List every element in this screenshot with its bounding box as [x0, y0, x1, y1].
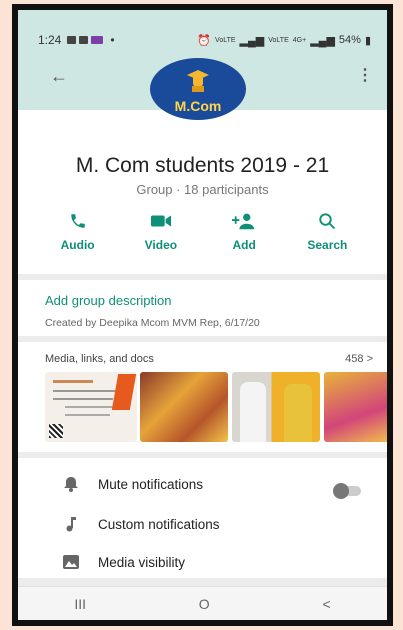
signal-right-icon: ▂▄▆: [310, 34, 335, 47]
qr-code-icon: [49, 424, 63, 438]
graduation-cap-icon: [187, 70, 209, 92]
mute-label: Mute notifications: [98, 476, 204, 492]
nav-back-button[interactable]: <: [322, 596, 330, 612]
back-arrow-icon[interactable]: ←: [50, 66, 68, 87]
network-right-label: VoLTE: [268, 36, 289, 44]
bell-icon: [56, 476, 86, 492]
phone-screen: 1:24 • ⏰ VoLTE ▂▄▆ VoLTE 4G+ ▂▄▆ 54% ▮ ←…: [18, 10, 387, 620]
description-card: Add group description Created by Deepika…: [18, 274, 387, 336]
image-icon: [56, 555, 86, 569]
media-count[interactable]: 458 >: [345, 353, 373, 365]
custom-notifications-label: Custom notifications: [98, 516, 220, 532]
audio-label: Audio: [60, 238, 95, 252]
action-row: Audio Video Add Search: [18, 210, 387, 252]
media-card: Media, links, and docs 458 >: [18, 342, 387, 452]
add-person-icon: [214, 210, 274, 232]
media-heading[interactable]: Media, links, and docs: [45, 353, 154, 365]
status-right: ⏰ VoLTE ▂▄▆ VoLTE 4G+ ▂▄▆ 54% ▮: [193, 34, 371, 47]
media-thumbnail-document[interactable]: [45, 372, 137, 442]
media-thumbnail-group-photo[interactable]: [140, 372, 228, 442]
video-call-button[interactable]: Video: [131, 210, 191, 252]
network-right-tag: 4G+: [292, 36, 307, 44]
home-button[interactable]: O: [199, 596, 210, 612]
avatar-label: M.Com: [174, 98, 222, 114]
signal-left-icon: ▂▄▆: [239, 34, 265, 47]
screenshot-frame: 1:24 • ⏰ VoLTE ▂▄▆ VoLTE 4G+ ▂▄▆ 54% ▮ ←…: [12, 4, 393, 626]
phone-icon: [48, 210, 108, 232]
more-notifications-dot: •: [110, 33, 115, 47]
group-name: M. Com students 2019 - 21: [75, 154, 330, 177]
add-participant-button[interactable]: Add: [214, 210, 274, 252]
status-time: 1:24: [38, 33, 62, 47]
settings-card: Mute notifications Custom notifications …: [18, 458, 387, 578]
app-notification-icon: [91, 36, 104, 44]
mute-notifications-row[interactable]: Mute notifications: [18, 466, 387, 502]
search-icon: [297, 210, 357, 232]
search-button[interactable]: Search: [297, 210, 357, 252]
add-label: Add: [232, 238, 256, 252]
group-avatar[interactable]: M.Com: [150, 58, 246, 120]
media-thumbnail-crowd[interactable]: [324, 372, 387, 442]
mute-toggle[interactable]: [333, 483, 361, 499]
alarm-icon: ⏰: [197, 34, 212, 47]
music-note-icon: [56, 516, 86, 532]
media-thumbnail-two-people[interactable]: [232, 372, 320, 442]
more-options-icon[interactable]: ⋮: [357, 65, 373, 85]
group-participants: Group · 18 participants: [136, 182, 269, 197]
media-visibility-row[interactable]: Media visibility: [18, 544, 387, 580]
battery-percent: 54%: [338, 34, 361, 46]
group-summary-card: M. Com students 2019 - 21 Group · 18 par…: [18, 110, 387, 280]
search-label: Search: [307, 238, 348, 252]
video-label: Video: [144, 238, 178, 252]
add-description-link[interactable]: Add group description: [45, 293, 171, 308]
status-bar: 1:24 • ⏰ VoLTE ▂▄▆ VoLTE 4G+ ▂▄▆ 54% ▮: [38, 32, 371, 48]
system-nav-bar: III O <: [18, 586, 387, 620]
network-left-label: VoLTE: [215, 36, 236, 44]
chat-notification-icon: [79, 36, 89, 44]
video-icon: [131, 210, 191, 232]
battery-icon: ▮: [364, 34, 371, 47]
custom-notifications-row[interactable]: Custom notifications: [18, 506, 387, 542]
audio-call-button[interactable]: Audio: [48, 210, 108, 252]
media-visibility-label: Media visibility: [98, 554, 186, 570]
gallery-notification-icon: [67, 36, 77, 44]
created-by-text: Created by Deepika Mcom MVM Rep, 6/17/20: [45, 317, 260, 329]
recent-apps-button[interactable]: III: [74, 596, 86, 612]
